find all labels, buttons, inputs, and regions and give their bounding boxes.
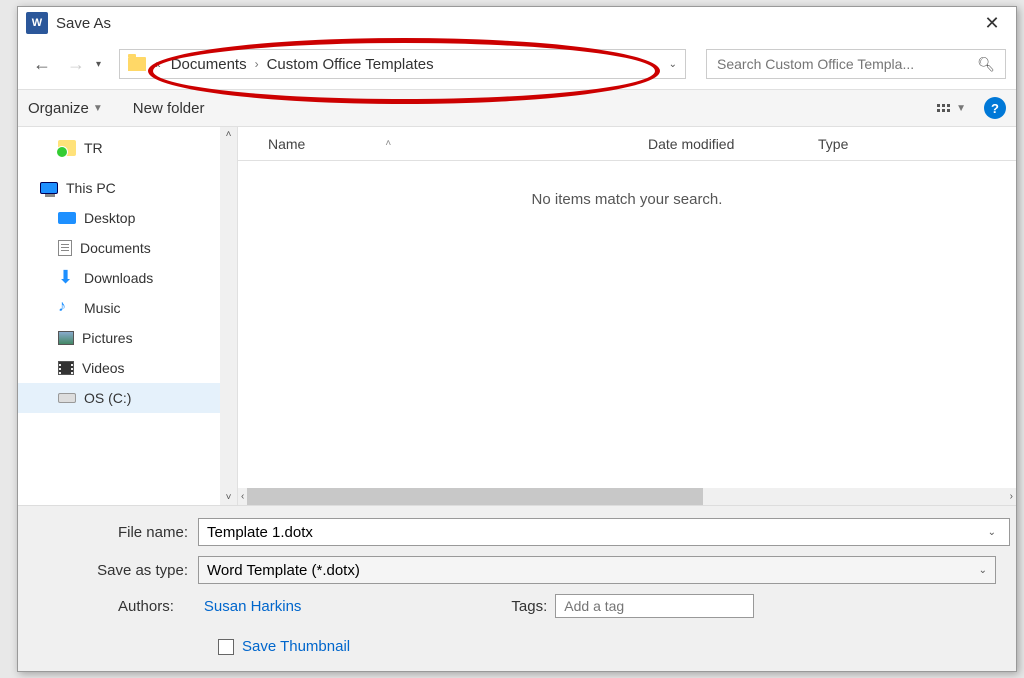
search-icon[interactable]: 🔍︎ — [977, 56, 995, 73]
help-button[interactable]: ? — [984, 97, 1006, 119]
column-name-label: Name — [268, 136, 305, 152]
breadcrumb-separator-icon: › — [255, 57, 259, 71]
view-options-button[interactable]: ▼ — [937, 103, 966, 114]
titlebar: W Save As ✕ — [18, 7, 1016, 39]
document-icon — [58, 240, 72, 256]
music-icon: ♪ — [58, 300, 76, 316]
navigation-tree: TR This PC Desktop Documents ⬇ Downloads… — [18, 127, 238, 505]
tree-item-this-pc[interactable]: This PC — [18, 173, 237, 203]
tree-item-videos[interactable]: Videos — [18, 353, 237, 383]
tree-item-desktop[interactable]: Desktop — [18, 203, 237, 233]
tree-item-pictures[interactable]: Pictures — [18, 323, 237, 353]
tree-scrollbar[interactable]: ˄ ˅ — [220, 127, 237, 505]
tree-label: Videos — [82, 360, 125, 376]
column-type[interactable]: Type — [818, 136, 1016, 152]
folder-icon — [128, 57, 146, 71]
desktop-icon — [58, 212, 76, 224]
authors-label: Authors: — [118, 598, 174, 615]
new-folder-button[interactable]: New folder — [133, 100, 205, 117]
saveastype-value: Word Template (*.dotx) — [207, 562, 360, 579]
recent-locations-button[interactable]: ▾ — [96, 59, 101, 70]
tree-item-downloads[interactable]: ⬇ Downloads — [18, 263, 237, 293]
search-box[interactable]: 🔍︎ — [706, 49, 1006, 79]
saveastype-combo[interactable]: Word Template (*.dotx) ⌄ — [198, 556, 996, 584]
organize-button[interactable]: Organize ▼ — [28, 100, 103, 117]
save-form: File name: ⌄ Save as type: Word Template… — [18, 505, 1016, 671]
organize-label: Organize — [28, 100, 89, 117]
drive-icon — [58, 393, 76, 403]
tags-input[interactable] — [555, 594, 754, 618]
scroll-left-icon[interactable]: ‹ — [238, 491, 247, 502]
tree-label: Downloads — [84, 270, 153, 286]
tree-label: TR — [84, 140, 103, 156]
picture-icon — [58, 331, 74, 345]
authors-value[interactable]: Susan Harkins — [204, 598, 302, 615]
close-button[interactable]: ✕ — [976, 7, 1008, 39]
tree-label: This PC — [66, 180, 116, 196]
tree-label: OS (C:) — [84, 390, 131, 406]
tree-item-os-c[interactable]: OS (C:) — [18, 383, 237, 413]
address-bar[interactable]: « Documents › Custom Office Templates ⌄ — [119, 49, 686, 79]
dropdown-icon: ▼ — [93, 103, 103, 114]
navigation-row: ← → ▾ « Documents › Custom Office Templa… — [18, 39, 1016, 89]
scroll-up-icon[interactable]: ˄ — [224, 127, 234, 142]
video-icon — [58, 361, 74, 375]
view-grid-icon — [937, 104, 950, 112]
toolbar: Organize ▼ New folder ▼ ? — [18, 89, 1016, 127]
tree-label: Desktop — [84, 210, 135, 226]
address-dropdown-icon[interactable]: ⌄ — [669, 59, 677, 70]
content-horizontal-scrollbar[interactable]: ‹ › — [238, 488, 1016, 505]
empty-message: No items match your search. — [238, 161, 1016, 488]
breadcrumb-documents[interactable]: Documents — [171, 56, 247, 73]
download-icon: ⬇ — [58, 270, 76, 286]
tree-label: Music — [84, 300, 121, 316]
filename-label: File name: — [78, 524, 198, 541]
tr-folder-icon — [58, 140, 76, 156]
scroll-right-icon[interactable]: › — [1007, 491, 1016, 502]
tree-label: Pictures — [82, 330, 133, 346]
tree-item-music[interactable]: ♪ Music — [18, 293, 237, 323]
body-split: TR This PC Desktop Documents ⬇ Downloads… — [18, 127, 1016, 505]
breadcrumb-custom-templates[interactable]: Custom Office Templates — [267, 56, 434, 73]
tree-item-tr[interactable]: TR — [18, 133, 237, 163]
save-thumbnail-label: Save Thumbnail — [242, 638, 350, 655]
save-thumbnail-checkbox[interactable] — [218, 639, 234, 655]
saveastype-label: Save as type: — [78, 562, 198, 579]
filename-input[interactable] — [198, 518, 1010, 546]
scroll-track[interactable] — [247, 488, 1006, 505]
breadcrumb-back-icon[interactable]: « — [154, 57, 161, 71]
column-headers: Name ˄ Date modified Type — [238, 127, 1016, 161]
dropdown-icon: ▼ — [956, 103, 966, 114]
scroll-down-icon[interactable]: ˅ — [224, 490, 234, 505]
dropdown-icon: ⌄ — [979, 565, 987, 576]
search-input[interactable] — [717, 56, 977, 72]
column-date-modified[interactable]: Date modified — [648, 136, 818, 152]
tree-item-documents[interactable]: Documents — [18, 233, 237, 263]
scroll-thumb[interactable] — [247, 488, 703, 505]
word-app-icon: W — [26, 12, 48, 34]
back-button[interactable]: ← — [28, 50, 56, 78]
column-name[interactable]: Name ˄ — [268, 136, 648, 152]
file-list-panel: Name ˄ Date modified Type No items match… — [238, 127, 1016, 505]
pc-icon — [40, 182, 58, 194]
tree-label: Documents — [80, 240, 151, 256]
filename-dropdown-icon[interactable]: ⌄ — [988, 527, 996, 538]
save-as-dialog: W Save As ✕ ← → ▾ « Documents › Custom O… — [17, 6, 1017, 672]
tags-label: Tags: — [511, 598, 547, 615]
sort-indicator-icon: ˄ — [385, 138, 391, 149]
dialog-title: Save As — [56, 15, 976, 32]
forward-button[interactable]: → — [62, 50, 90, 78]
